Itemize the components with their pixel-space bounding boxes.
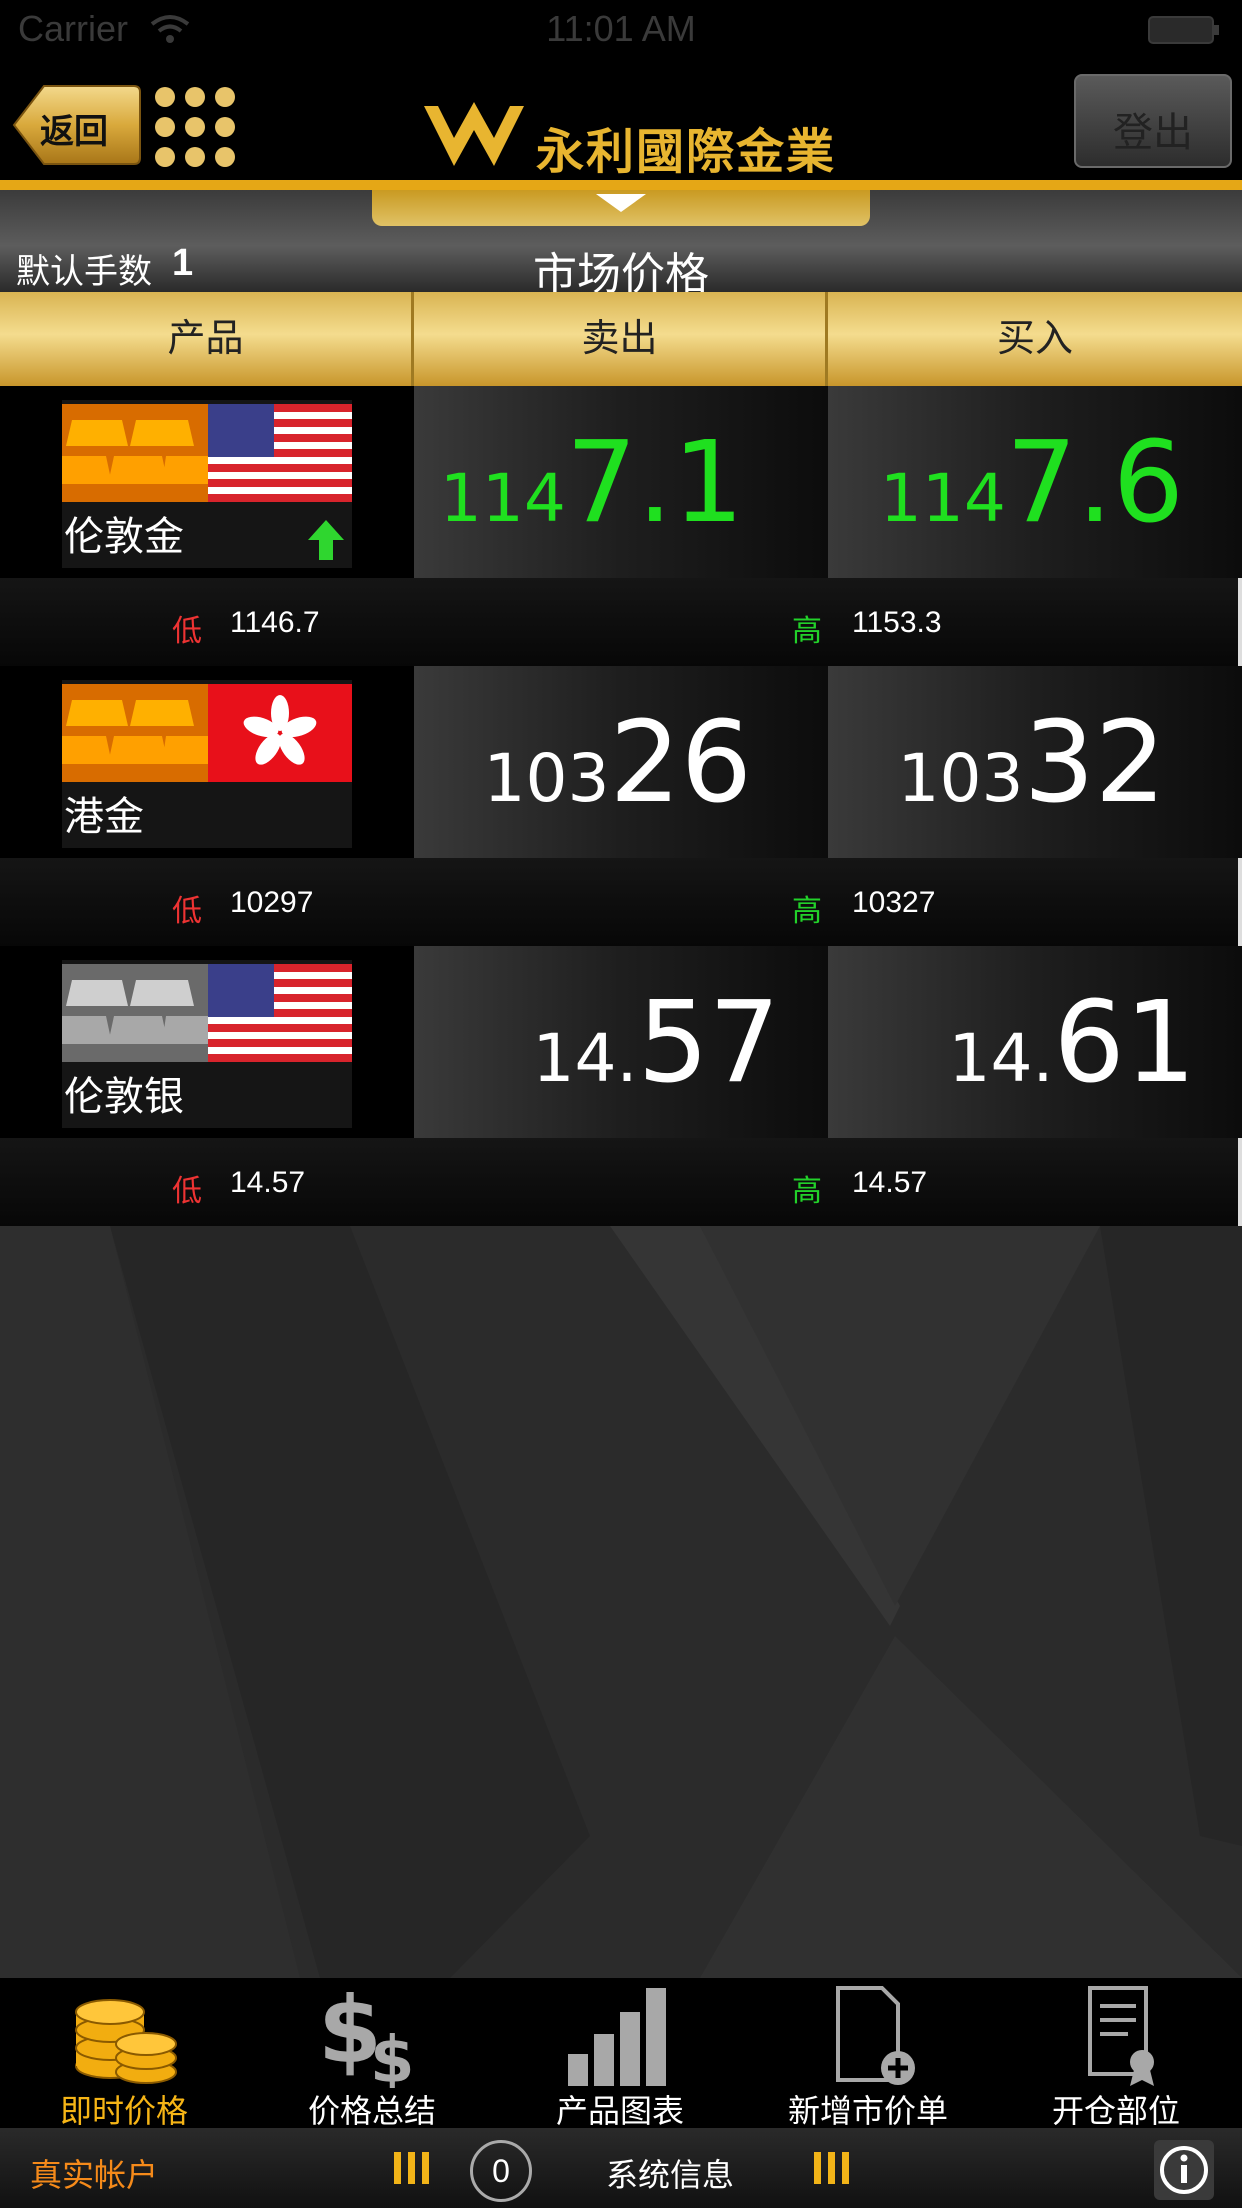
- tab-price-summary[interactable]: $ $ 价格总结: [248, 1978, 496, 2129]
- price-range-row: 低 1146.7 高 1153.3: [0, 578, 1242, 666]
- tab-new-market-order[interactable]: 新增市价单: [744, 1978, 992, 2129]
- sell-price-prefix: 14.: [532, 1020, 638, 1097]
- buy-price-prefix: 103: [897, 740, 1024, 817]
- sell-price-main: 7.1: [565, 418, 744, 548]
- up-arrow-icon: [308, 520, 344, 560]
- certificate-icon: [1088, 1986, 1154, 2086]
- sell-price-prefix: 103: [483, 740, 610, 817]
- tab-product-charts[interactable]: 产品图表: [496, 1978, 744, 2129]
- buy-price-cell[interactable]: 10332: [828, 666, 1242, 858]
- sell-price: 1147.1: [440, 418, 744, 548]
- sell-price-main: 26: [609, 698, 752, 828]
- buy-price: 14.61: [949, 978, 1196, 1108]
- grid-menu-icon[interactable]: [152, 84, 238, 170]
- brand-logo-text: 永利國際金業: [536, 124, 837, 180]
- chevron-down-icon[interactable]: [594, 192, 648, 214]
- ticker-bars-icon: [814, 2152, 849, 2184]
- buy-price-cell[interactable]: 14.61: [828, 946, 1242, 1138]
- system-info-label[interactable]: 系统信息: [606, 2150, 734, 2196]
- price-range-row: 低 14.57 高 14.57: [0, 1138, 1242, 1226]
- low-value: 14.57: [230, 1166, 306, 1199]
- bottom-tab-bar: 即时价格 $ $ 价格总结 产品图表 新增市价单 开仓部位: [0, 1978, 1242, 2129]
- column-header-sell-label: 卖出: [581, 318, 658, 360]
- sell-price-cell[interactable]: 10326: [414, 666, 828, 858]
- column-header-product-label: 产品: [167, 318, 244, 360]
- low-value: 1146.7: [230, 606, 320, 639]
- battery-icon: [1148, 16, 1219, 44]
- buy-price-main: 32: [1023, 698, 1166, 828]
- buy-price-main: 7.6: [1005, 418, 1184, 548]
- sell-price-cell[interactable]: 14.57: [414, 946, 828, 1138]
- sell-price-prefix: 114: [439, 460, 566, 537]
- tab-label: 价格总结: [307, 2093, 436, 2129]
- high-value: 10327: [852, 886, 936, 919]
- brand-watermark-icon: [0, 1226, 1242, 1978]
- buy-price-cell[interactable]: 1147.6: [828, 386, 1242, 578]
- column-header-product: 产品: [0, 292, 414, 386]
- back-label: 返回: [40, 113, 108, 151]
- column-header-buy: 买入: [828, 292, 1242, 386]
- column-header-sell: 卖出: [414, 292, 828, 386]
- account-type-label[interactable]: 真实帐户: [30, 2150, 158, 2196]
- high-value: 14.57: [852, 1166, 928, 1199]
- product-cell-london-silver[interactable]: 伦敦银: [0, 946, 414, 1138]
- dollar-signs-icon: $ $: [318, 1984, 415, 2088]
- low-label: 低: [172, 895, 202, 928]
- background-watermark: [0, 1226, 1242, 1978]
- svg-text:$: $: [370, 2024, 415, 2088]
- sell-price: 14.57: [533, 978, 780, 1108]
- product-name: 伦敦金: [64, 515, 184, 559]
- low-label: 低: [172, 1175, 202, 1208]
- status-bar: Carrier 11:01 AM: [0, 0, 1242, 60]
- sell-price: 10326: [484, 698, 753, 828]
- high-label: 高: [792, 615, 822, 648]
- tab-label: 产品图表: [555, 2093, 684, 2129]
- sell-price-main: 57: [637, 978, 780, 1108]
- app-header: 返回 永利國際金業 登出: [0, 60, 1242, 180]
- bar-chart-icon: [568, 1988, 666, 2086]
- info-button[interactable]: [1154, 2140, 1214, 2200]
- sell-price-cell[interactable]: 1147.1: [414, 386, 828, 578]
- logout-button[interactable]: 登出: [1074, 74, 1232, 168]
- low-label: 低: [172, 615, 202, 648]
- price-range-row: 低 10297 高 10327: [0, 858, 1242, 946]
- header-divider: [0, 180, 1242, 190]
- ticker-bars-icon: [394, 2152, 429, 2184]
- buy-price: 10332: [898, 698, 1167, 828]
- product-cell-hk-gold[interactable]: 港金: [0, 666, 414, 858]
- tab-label: 开仓部位: [1051, 2093, 1180, 2129]
- status-time: 11:01 AM: [546, 8, 696, 49]
- buy-price-prefix: 14.: [948, 1020, 1054, 1097]
- info-icon: [1160, 2146, 1208, 2194]
- new-document-icon: [836, 1986, 915, 2085]
- message-count-badge[interactable]: 0: [470, 2140, 532, 2202]
- high-value: 1153.3: [852, 606, 942, 639]
- product-name: 伦敦银: [64, 1075, 184, 1119]
- buy-price-prefix: 114: [879, 460, 1006, 537]
- tab-live-prices[interactable]: 即时价格: [0, 1978, 248, 2129]
- coins-icon: [75, 1999, 177, 2084]
- buy-price-main: 61: [1053, 978, 1196, 1108]
- tab-label: 新增市价单: [787, 2093, 948, 2129]
- high-label: 高: [792, 1175, 822, 1208]
- product-cell-london-gold[interactable]: 伦敦金: [0, 386, 414, 578]
- footer-bar: 真实帐户 0 系统信息: [0, 2128, 1242, 2208]
- high-label: 高: [792, 895, 822, 928]
- low-value: 10297: [230, 886, 314, 919]
- title-band: 默认手数 1 市场价格: [0, 190, 1242, 299]
- column-header-buy-label: 买入: [996, 318, 1073, 360]
- product-name: 港金: [64, 795, 144, 839]
- tab-label: 即时价格: [59, 2093, 188, 2129]
- tab-open-positions[interactable]: 开仓部位: [992, 1978, 1240, 2129]
- buy-price: 1147.6: [880, 418, 1184, 548]
- logout-label: 登出: [1113, 111, 1193, 155]
